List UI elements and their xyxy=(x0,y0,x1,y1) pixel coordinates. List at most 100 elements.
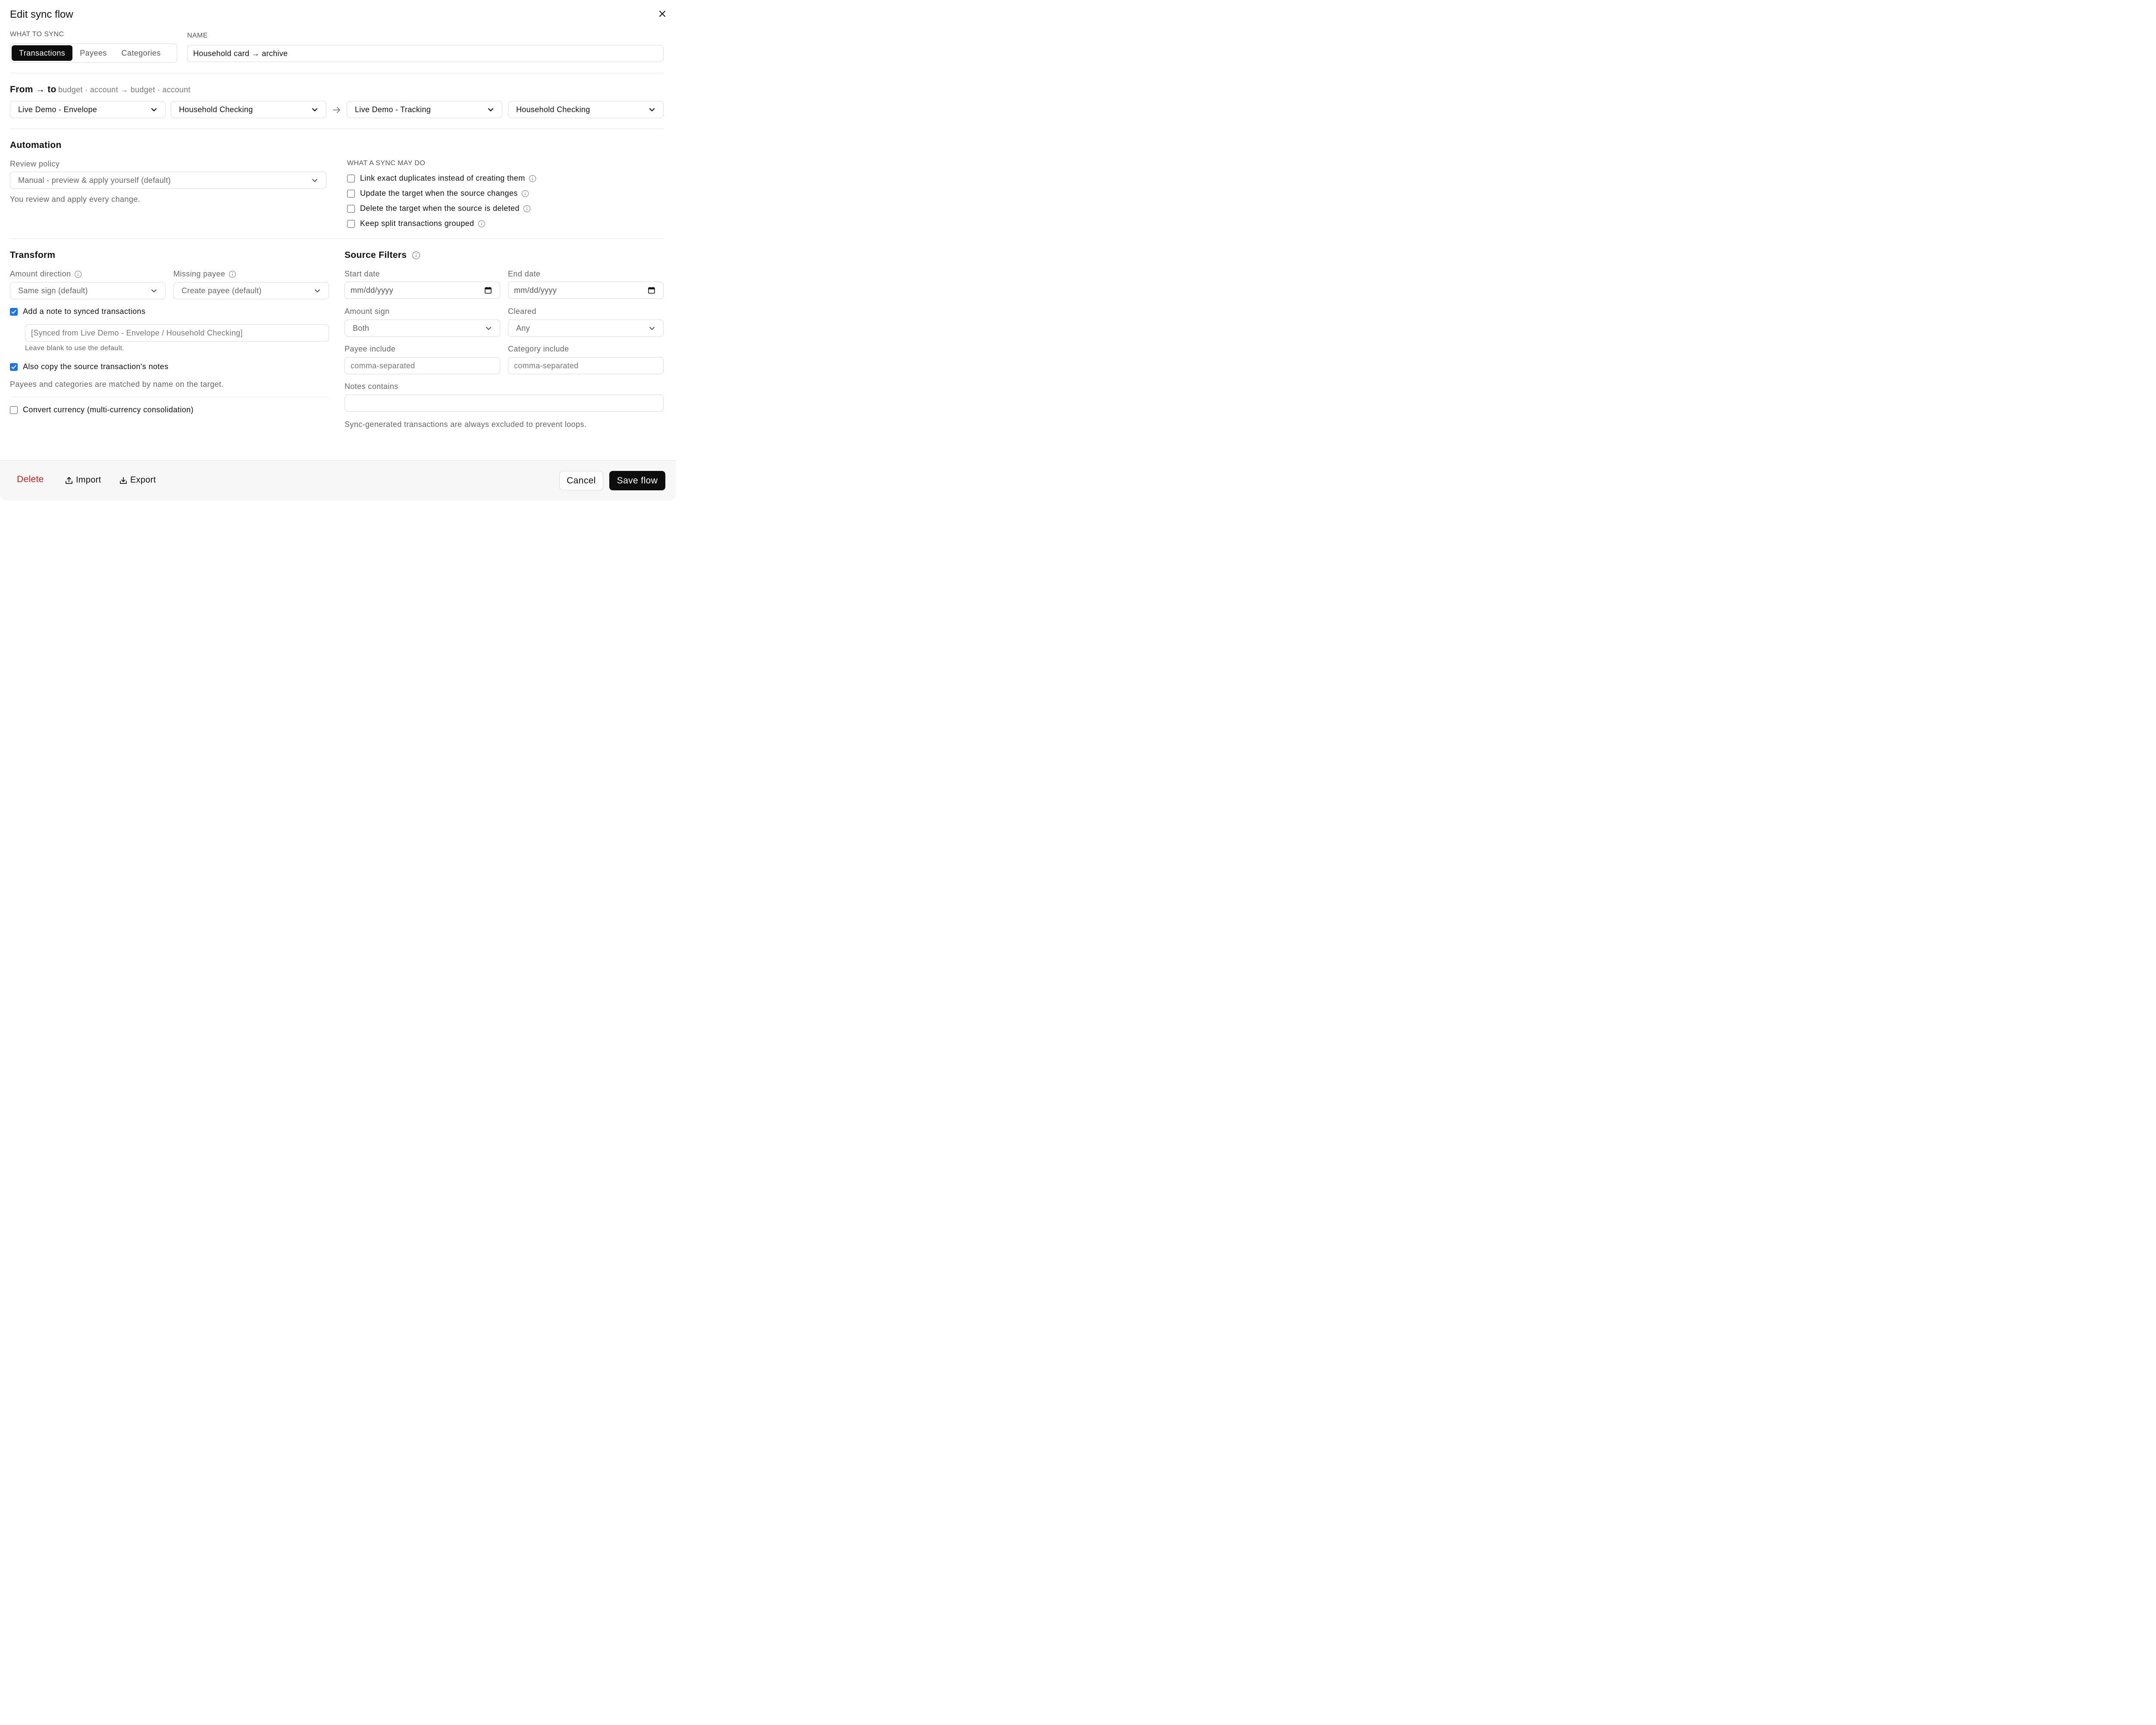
review-policy-select[interactable]: Manual - preview & apply yourself (defau… xyxy=(10,172,326,189)
dialog-title: Edit sync flow xyxy=(10,9,73,20)
from-to-title: From → to xyxy=(10,85,56,94)
option-label: Keep split transactions grouped xyxy=(360,219,474,228)
checkbox[interactable] xyxy=(347,204,355,213)
may-do-label: WHAT A SYNC MAY DO xyxy=(347,160,426,167)
category-include-input[interactable]: comma-separated xyxy=(508,357,664,374)
segment-transactions[interactable]: Transactions xyxy=(12,45,73,61)
cleared-select[interactable]: Any xyxy=(508,320,664,337)
name-input[interactable]: Household card → archive xyxy=(187,45,664,62)
note-input[interactable]: [Synced from Live Demo - Envelope / Hous… xyxy=(25,324,329,342)
info-icon[interactable] xyxy=(412,251,420,260)
checkbox[interactable] xyxy=(347,189,355,198)
start-date-label: Start date xyxy=(345,270,380,278)
target-account-value: Household Checking xyxy=(516,105,590,114)
checkbox[interactable] xyxy=(347,174,355,182)
chevron-down-icon xyxy=(488,108,494,112)
amount-direction-value: Same sign (default) xyxy=(18,286,88,295)
source-budget-select[interactable]: Live Demo - Envelope xyxy=(10,101,166,118)
checkbox-checked[interactable] xyxy=(10,363,18,371)
end-date-label: End date xyxy=(508,270,541,278)
option-delete-target[interactable]: Delete the target when the source is del… xyxy=(347,204,531,213)
option-update-target[interactable]: Update the target when the source change… xyxy=(347,189,529,198)
name-value: Household card → archive xyxy=(193,49,288,58)
target-budget-select[interactable]: Live Demo - Tracking xyxy=(347,101,502,118)
review-policy-help: You review and apply every change. xyxy=(10,195,141,204)
amount-sign-select[interactable]: Both xyxy=(345,320,500,337)
option-label: Link exact duplicates instead of creatin… xyxy=(360,174,525,182)
info-icon[interactable] xyxy=(523,205,531,213)
calendar-icon[interactable] xyxy=(484,286,492,294)
option-label: Update the target when the source change… xyxy=(360,189,518,198)
what-to-sync-segmented: Transactions Payees Categories xyxy=(10,44,177,63)
chevron-down-icon xyxy=(649,108,655,112)
cleared-label: Cleared xyxy=(508,307,536,316)
divider xyxy=(10,238,664,239)
copy-notes-option[interactable]: Also copy the source transaction's notes xyxy=(10,362,169,371)
amount-direction-select[interactable]: Same sign (default) xyxy=(10,282,166,299)
checkbox[interactable] xyxy=(10,406,18,414)
chevron-down-icon xyxy=(649,327,655,330)
download-icon xyxy=(120,477,127,484)
chevron-down-icon xyxy=(486,327,491,330)
info-icon[interactable] xyxy=(529,175,536,182)
add-note-option[interactable]: Add a note to synced transactions xyxy=(10,307,145,316)
missing-payee-label-text: Missing payee xyxy=(173,270,226,278)
note-help: Leave blank to use the default. xyxy=(25,345,125,352)
export-label: Export xyxy=(130,475,156,485)
amount-direction-label-text: Amount direction xyxy=(10,270,71,278)
source-filters-title-text: Source Filters xyxy=(345,250,407,260)
import-button[interactable]: Import xyxy=(65,475,101,485)
import-label: Import xyxy=(76,475,101,485)
convert-currency-label: Convert currency (multi-currency consoli… xyxy=(23,405,194,414)
add-note-label: Add a note to synced transactions xyxy=(23,307,146,316)
checkbox[interactable] xyxy=(347,220,355,228)
end-date-input[interactable]: mm/dd/yyyy xyxy=(508,282,664,299)
checkbox-checked[interactable] xyxy=(10,307,18,316)
notes-contains-input[interactable] xyxy=(345,395,664,412)
checkmark-icon xyxy=(11,310,16,314)
payee-include-input[interactable]: comma-separated xyxy=(345,357,500,374)
chevron-down-icon xyxy=(312,108,318,112)
copy-notes-label: Also copy the source transaction's notes xyxy=(23,362,169,371)
start-date-input[interactable]: mm/dd/yyyy xyxy=(345,282,500,299)
cancel-button[interactable]: Cancel xyxy=(559,471,603,490)
option-link-duplicates[interactable]: Link exact duplicates instead of creatin… xyxy=(347,174,536,183)
missing-payee-select[interactable]: Create payee (default) xyxy=(173,282,329,299)
info-icon[interactable] xyxy=(478,220,486,228)
close-button[interactable] xyxy=(656,8,668,20)
from-to-hint: budget · account → budget · account xyxy=(58,85,191,94)
review-policy-value: Manual - preview & apply yourself (defau… xyxy=(18,176,171,185)
export-button[interactable]: Export xyxy=(119,475,156,485)
save-flow-button[interactable]: Save flow xyxy=(609,471,665,490)
source-account-value: Household Checking xyxy=(179,105,253,114)
checkmark-icon xyxy=(11,365,16,369)
chevron-down-icon xyxy=(312,179,317,182)
transform-title: Transform xyxy=(10,250,56,260)
end-date-placeholder: mm/dd/yyyy xyxy=(514,285,557,295)
calendar-icon[interactable] xyxy=(648,286,655,294)
option-label: Delete the target when the source is del… xyxy=(360,204,520,213)
info-icon[interactable] xyxy=(521,190,529,198)
category-include-placeholder: comma-separated xyxy=(514,361,579,370)
chevron-down-icon xyxy=(151,289,157,292)
missing-payee-label: Missing payee xyxy=(173,270,236,279)
category-include-label: Category include xyxy=(508,345,569,353)
source-filters-title: Source Filters xyxy=(345,250,420,260)
edit-sync-flow-dialog: Edit sync flow WHAT TO SYNC Transactions… xyxy=(0,0,676,501)
source-account-select[interactable]: Household Checking xyxy=(171,101,326,118)
delete-button[interactable]: Delete xyxy=(17,474,44,485)
info-icon[interactable] xyxy=(74,270,82,278)
arrow-right-icon xyxy=(333,107,340,113)
amount-sign-value: Both xyxy=(353,323,370,332)
segment-categories[interactable]: Categories xyxy=(114,45,168,61)
source-budget-value: Live Demo - Envelope xyxy=(18,105,97,114)
cleared-value: Any xyxy=(516,323,530,332)
segment-payees[interactable]: Payees xyxy=(72,45,114,61)
target-account-select[interactable]: Household Checking xyxy=(508,101,664,118)
convert-currency-option[interactable]: Convert currency (multi-currency consoli… xyxy=(10,405,194,414)
option-keep-splits[interactable]: Keep split transactions grouped xyxy=(347,219,486,228)
note-placeholder: [Synced from Live Demo - Envelope / Hous… xyxy=(31,328,243,337)
info-icon[interactable] xyxy=(229,270,236,278)
notes-contains-label: Notes contains xyxy=(345,382,398,391)
amount-sign-label: Amount sign xyxy=(345,307,390,316)
